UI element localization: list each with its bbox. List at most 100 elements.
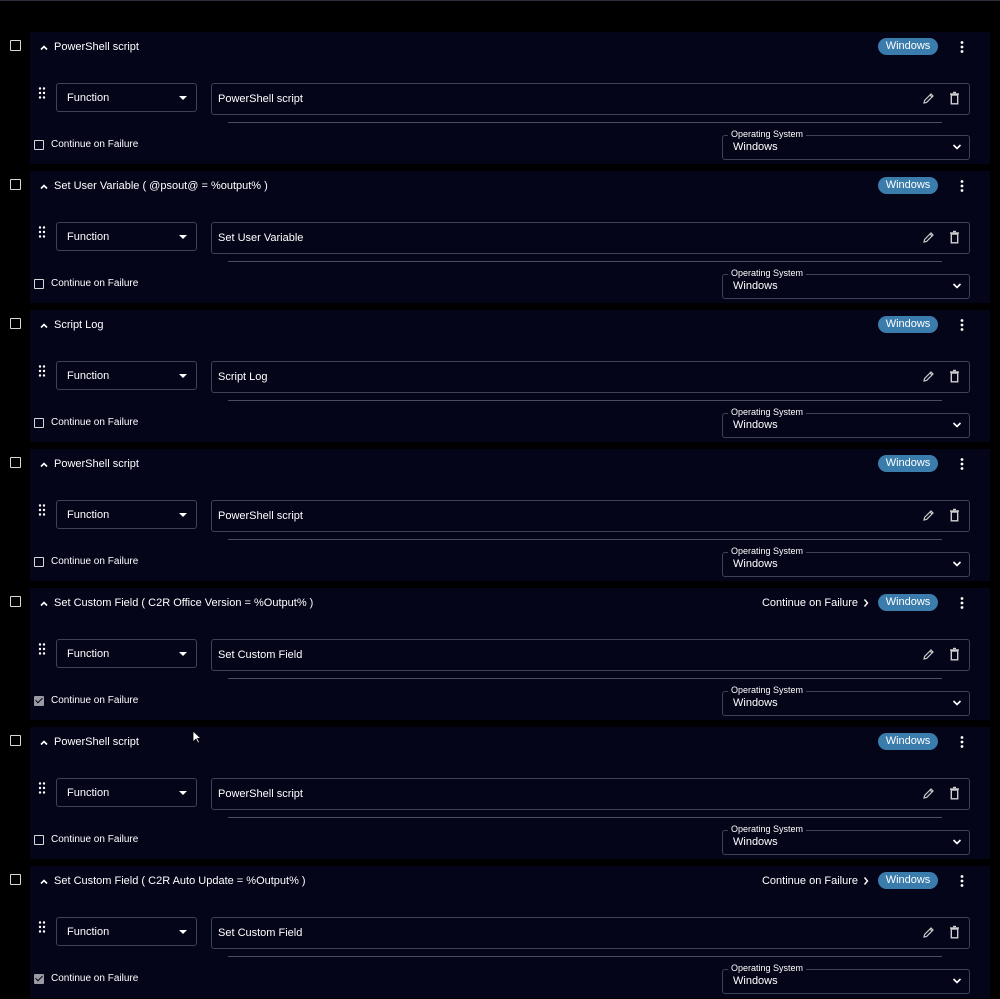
- function-type-select[interactable]: Function: [56, 222, 197, 251]
- pencil-icon[interactable]: [922, 92, 935, 105]
- collapse-chevron-icon[interactable]: [38, 320, 50, 332]
- operating-system-select[interactable]: Operating System Windows: [722, 963, 970, 994]
- pencil-icon[interactable]: [922, 231, 935, 244]
- function-name-field[interactable]: PowerShell script: [211, 500, 970, 532]
- more-options-icon[interactable]: [958, 457, 966, 471]
- os-badge: Windows: [878, 316, 938, 333]
- function-type-label: Function: [67, 92, 110, 104]
- operating-system-select[interactable]: Operating System Windows: [722, 824, 970, 855]
- continue-on-failure-checkbox[interactable]: [34, 696, 44, 706]
- operating-system-legend: Operating System: [728, 268, 807, 279]
- caret-down-icon: [179, 930, 187, 934]
- operating-system-select[interactable]: Operating System Windows: [722, 685, 970, 716]
- section-divider: [228, 122, 942, 123]
- drag-handle-icon[interactable]: [37, 225, 47, 239]
- operating-system-legend: Operating System: [728, 685, 807, 696]
- collapse-chevron-icon[interactable]: [38, 42, 50, 54]
- more-options-icon[interactable]: [958, 735, 966, 749]
- function-type-select[interactable]: Function: [56, 83, 197, 112]
- continue-on-failure-checkbox[interactable]: [34, 835, 44, 845]
- drag-handle-icon[interactable]: [37, 920, 47, 934]
- trash-icon[interactable]: [949, 786, 960, 800]
- more-options-icon[interactable]: [958, 596, 966, 610]
- function-name-field[interactable]: PowerShell script: [211, 83, 970, 115]
- os-badge: Windows: [878, 872, 938, 889]
- collapse-chevron-icon[interactable]: [38, 181, 50, 193]
- function-name-field[interactable]: Set Custom Field: [211, 639, 970, 671]
- collapse-chevron-icon[interactable]: [38, 876, 50, 888]
- continue-on-failure-link[interactable]: Continue on Failure: [762, 875, 870, 887]
- function-type-select[interactable]: Function: [56, 639, 197, 668]
- continue-on-failure-checkbox[interactable]: [34, 140, 44, 150]
- more-options-icon[interactable]: [958, 40, 966, 54]
- caret-down-icon: [179, 652, 187, 656]
- collapse-chevron-icon[interactable]: [38, 598, 50, 610]
- script-step: Set User Variable ( @psout@ = %output% )…: [0, 171, 1000, 303]
- continue-on-failure-link[interactable]: Continue on Failure: [762, 597, 870, 609]
- operating-system-value: Windows: [733, 141, 778, 153]
- drag-handle-icon[interactable]: [37, 364, 47, 378]
- script-step: Set Custom Field ( C2R Auto Update = %Ou…: [0, 866, 1000, 998]
- continue-on-failure-checkbox[interactable]: [34, 418, 44, 428]
- function-type-select[interactable]: Function: [56, 500, 197, 529]
- function-type-select[interactable]: Function: [56, 917, 197, 946]
- step-select-checkbox[interactable]: [10, 735, 21, 746]
- step-select-checkbox[interactable]: [10, 318, 21, 329]
- function-type-select[interactable]: Function: [56, 361, 197, 390]
- trash-icon[interactable]: [949, 647, 960, 661]
- os-badge: Windows: [878, 594, 938, 611]
- step-select-checkbox[interactable]: [10, 596, 21, 607]
- function-name-field[interactable]: Script Log: [211, 361, 970, 393]
- operating-system-legend: Operating System: [728, 963, 807, 974]
- function-name-field[interactable]: Set User Variable: [211, 222, 970, 254]
- step-select-checkbox[interactable]: [10, 40, 21, 51]
- operating-system-select[interactable]: Operating System Windows: [722, 129, 970, 160]
- trash-icon[interactable]: [949, 925, 960, 939]
- operating-system-legend: Operating System: [728, 407, 807, 418]
- operating-system-legend: Operating System: [728, 824, 807, 835]
- step-select-checkbox[interactable]: [10, 874, 21, 885]
- continue-on-failure-checkbox[interactable]: [34, 557, 44, 567]
- function-type-select[interactable]: Function: [56, 778, 197, 807]
- more-options-icon[interactable]: [958, 318, 966, 332]
- continue-on-failure-label: Continue on Failure: [51, 556, 139, 567]
- step-card: PowerShell script Windows Function Power…: [30, 32, 990, 164]
- drag-handle-icon[interactable]: [37, 503, 47, 517]
- operating-system-select[interactable]: Operating System Windows: [722, 546, 970, 577]
- trash-icon[interactable]: [949, 508, 960, 522]
- more-options-icon[interactable]: [958, 179, 966, 193]
- script-step: Set Custom Field ( C2R Office Version = …: [0, 588, 1000, 720]
- drag-handle-icon[interactable]: [37, 781, 47, 795]
- function-type-label: Function: [67, 509, 110, 521]
- step-card: Set User Variable ( @psout@ = %output% )…: [30, 171, 990, 303]
- more-options-icon[interactable]: [958, 874, 966, 888]
- operating-system-select[interactable]: Operating System Windows: [722, 407, 970, 438]
- drag-handle-icon[interactable]: [37, 642, 47, 656]
- trash-icon[interactable]: [949, 91, 960, 105]
- continue-on-failure-checkbox[interactable]: [34, 974, 44, 984]
- function-name-value: Set User Variable: [218, 232, 304, 244]
- pencil-icon[interactable]: [922, 648, 935, 661]
- pencil-icon[interactable]: [922, 787, 935, 800]
- chevron-down-icon: [952, 144, 962, 150]
- trash-icon[interactable]: [949, 230, 960, 244]
- function-name-value: Script Log: [218, 371, 268, 383]
- function-name-field[interactable]: Set Custom Field: [211, 917, 970, 949]
- collapse-chevron-icon[interactable]: [38, 459, 50, 471]
- drag-handle-icon[interactable]: [37, 86, 47, 100]
- step-select-checkbox[interactable]: [10, 179, 21, 190]
- function-name-field[interactable]: PowerShell script: [211, 778, 970, 810]
- step-card: Set Custom Field ( C2R Office Version = …: [30, 588, 990, 720]
- chevron-down-icon: [952, 283, 962, 289]
- pencil-icon[interactable]: [922, 509, 935, 522]
- trash-icon[interactable]: [949, 369, 960, 383]
- caret-down-icon: [179, 374, 187, 378]
- continue-on-failure-checkbox[interactable]: [34, 279, 44, 289]
- collapse-chevron-icon[interactable]: [38, 737, 50, 749]
- section-divider: [228, 817, 942, 818]
- pencil-icon[interactable]: [922, 370, 935, 383]
- operating-system-select[interactable]: Operating System Windows: [722, 268, 970, 299]
- step-select-checkbox[interactable]: [10, 457, 21, 468]
- function-name-value: Set Custom Field: [218, 927, 303, 939]
- pencil-icon[interactable]: [922, 926, 935, 939]
